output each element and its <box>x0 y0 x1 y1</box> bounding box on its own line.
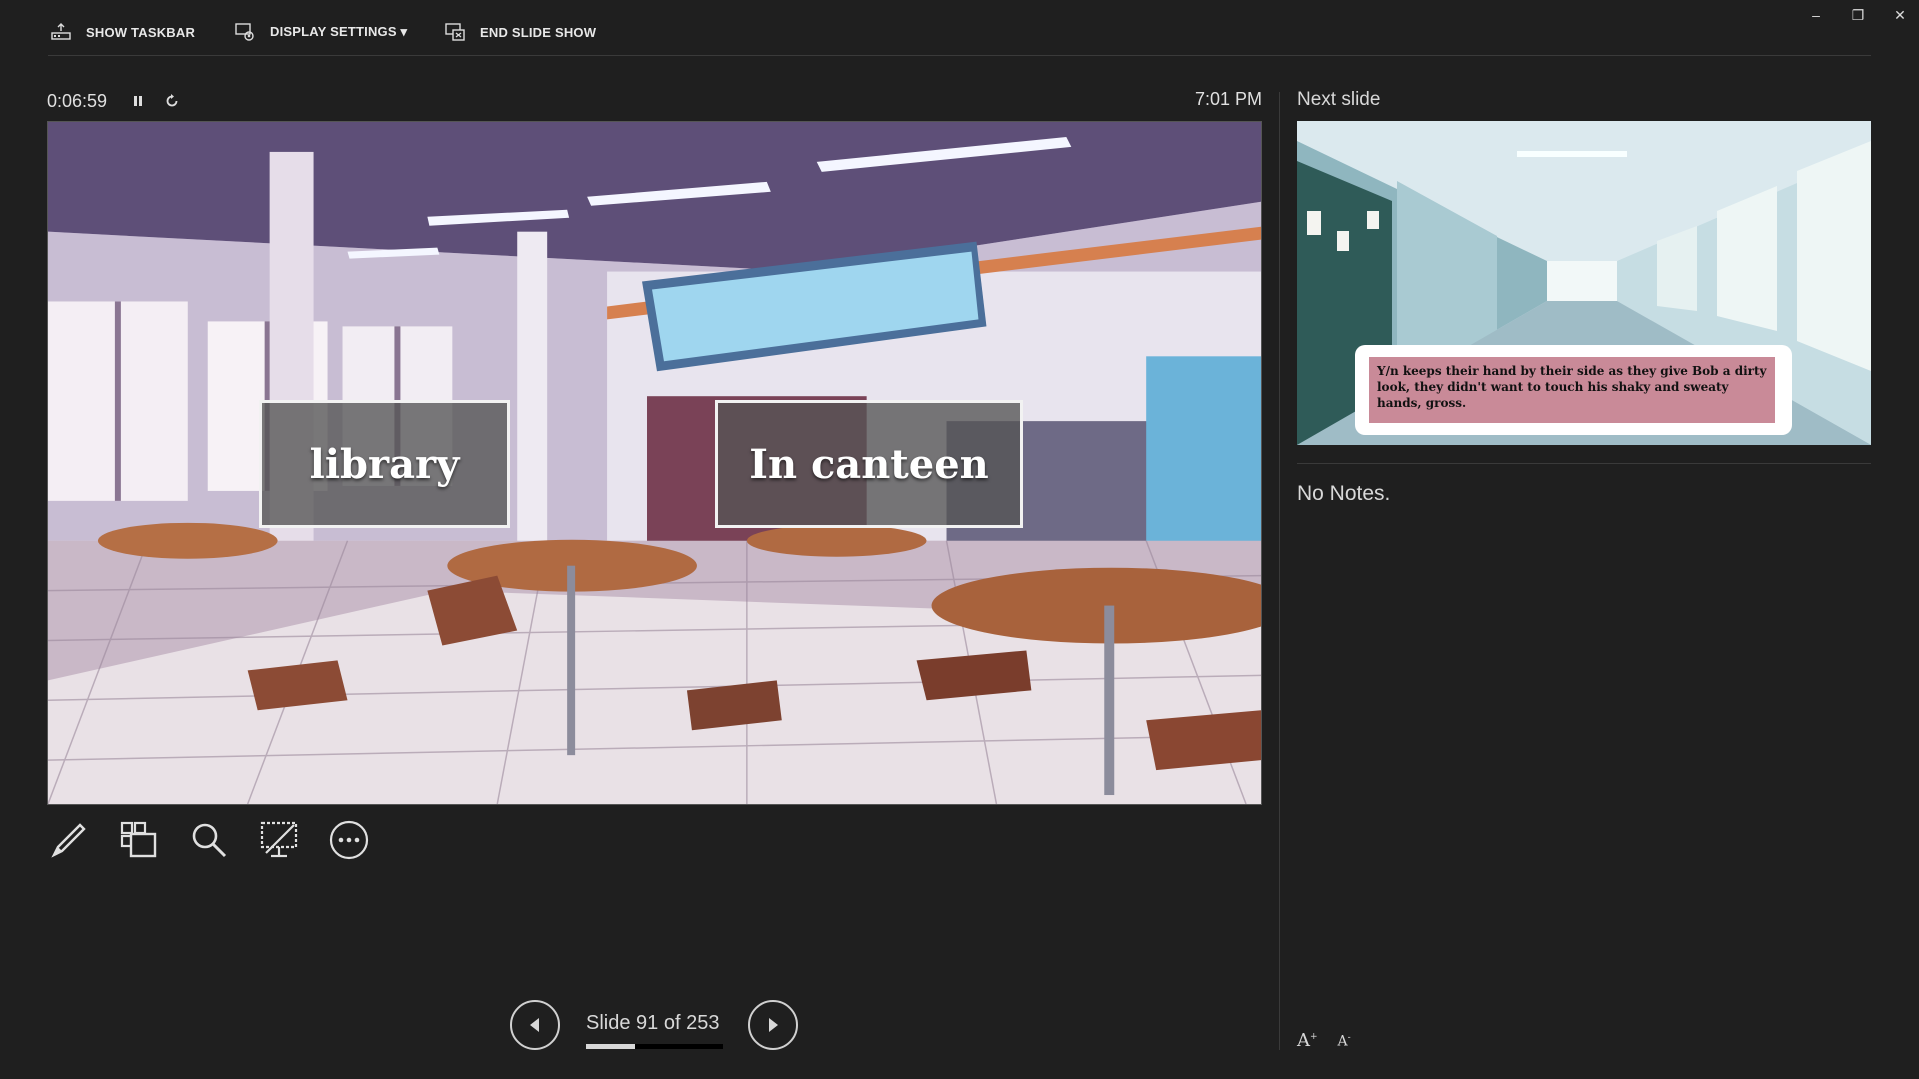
black-screen-button[interactable] <box>257 818 301 862</box>
presenter-tools <box>47 815 371 865</box>
clock: 7:01 PM <box>1194 89 1262 109</box>
screen-off-icon <box>260 821 298 858</box>
slide-progress-bar <box>586 1044 723 1049</box>
display-settings-icon <box>235 23 254 41</box>
magnifier-icon <box>192 823 227 858</box>
next-slide-dialog: Y/n keeps their hand by their side as th… <box>1355 345 1792 435</box>
next-slide-button[interactable] <box>748 1000 798 1050</box>
slide-counter: Slide 91 of 253 <box>586 1012 720 1034</box>
more-options-button[interactable] <box>327 818 371 862</box>
restore-icon: ❐ <box>1851 6 1865 23</box>
pen-tool-button[interactable] <box>47 818 91 862</box>
speaker-notes[interactable]: No Notes. <box>1297 482 1390 506</box>
notes-font-controls: A+ A- <box>1297 1030 1351 1051</box>
pause-timer-button[interactable] <box>127 90 149 112</box>
triangle-right-icon <box>769 1018 778 1032</box>
elapsed-timer: 0:06:59 <box>47 90 108 111</box>
restart-timer-button[interactable] <box>161 90 183 112</box>
more-icon <box>329 820 369 860</box>
end-slide-show-button[interactable]: END SLIDE SHOW <box>444 20 596 44</box>
minimize-button[interactable]: – <box>1802 4 1830 26</box>
end-slide-show-icon <box>445 23 465 41</box>
close-button[interactable]: ✕ <box>1886 4 1914 26</box>
display-settings-label: DISPLAY SETTINGS ▾ <box>270 24 408 39</box>
slide-navigation: Slide 91 of 253 <box>510 1000 800 1052</box>
timer-row: 0:06:59 7:01 PM <box>47 88 1262 114</box>
next-slide-dialog-text: Y/n keeps their hand by their side as th… <box>1369 357 1775 423</box>
restart-icon <box>166 94 178 107</box>
decrease-font-icon: A <box>1337 1033 1348 1050</box>
choice-library-button[interactable]: library <box>259 400 510 528</box>
restore-button[interactable]: ❐ <box>1844 4 1872 26</box>
toolbar-divider <box>48 55 1871 56</box>
zoom-button[interactable] <box>187 818 231 862</box>
show-taskbar-button[interactable]: SHOW TASKBAR <box>50 20 195 44</box>
presenter-toolbar: SHOW TASKBAR DISPLAY SETTINGS ▾ END SLID… <box>0 0 1919 56</box>
see-all-slides-button[interactable] <box>117 818 161 862</box>
slide-progress-fill <box>586 1044 636 1049</box>
end-slide-show-label: END SLIDE SHOW <box>480 24 597 40</box>
next-slide-label: Next slide <box>1297 89 1381 110</box>
current-slide[interactable]: library In canteen <box>47 121 1262 805</box>
grid-slides-icon <box>120 821 157 858</box>
previous-slide-button[interactable] <box>510 1000 560 1050</box>
next-slide-preview[interactable]: Y/n keeps their hand by their side as th… <box>1297 121 1871 445</box>
minimize-icon: – <box>1812 7 1820 23</box>
increase-font-icon: A <box>1297 1030 1310 1051</box>
pane-divider[interactable] <box>1279 92 1280 1050</box>
notes-divider[interactable] <box>1297 463 1871 464</box>
increase-font-button[interactable]: A+ <box>1297 1030 1318 1051</box>
taskbar-icon <box>51 23 71 40</box>
pause-icon <box>134 96 143 106</box>
pen-icon <box>51 823 86 858</box>
choice-canteen-button[interactable]: In canteen <box>715 400 1023 528</box>
canteen-background-image <box>48 122 1261 804</box>
display-settings-button[interactable]: DISPLAY SETTINGS ▾ <box>234 20 407 44</box>
close-icon: ✕ <box>1894 6 1906 23</box>
decrease-font-button[interactable]: A- <box>1338 1030 1351 1051</box>
show-taskbar-label: SHOW TASKBAR <box>86 24 196 40</box>
triangle-left-icon <box>530 1018 539 1032</box>
